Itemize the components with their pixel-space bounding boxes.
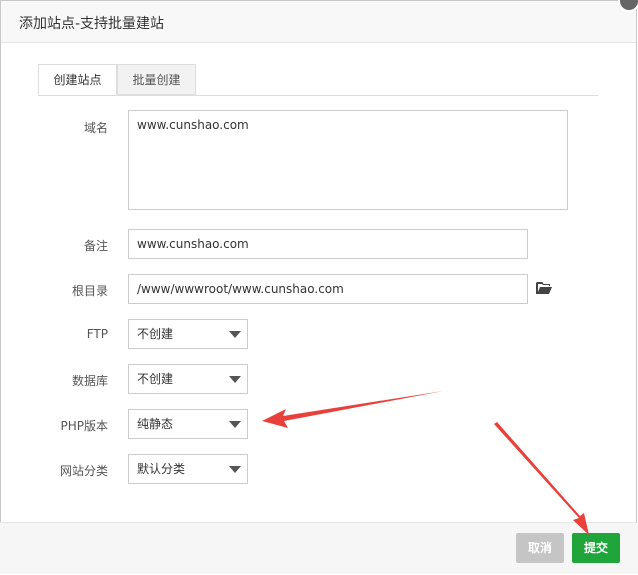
php-version-select-value: 纯静态 <box>137 417 174 431</box>
site-category-select[interactable]: 默认分类 <box>128 454 248 484</box>
dialog-title: 添加站点-支持批量建站 <box>19 16 165 32</box>
remark-label: 备注 <box>83 239 108 253</box>
chevron-down-icon <box>229 421 241 428</box>
ftp-select[interactable]: 不创建 <box>128 319 248 349</box>
dialog-title-bar: 添加站点-支持批量建站 <box>1 1 636 43</box>
database-select-value: 不创建 <box>137 372 174 386</box>
chevron-down-icon <box>229 331 241 338</box>
tab-batch-create[interactable]: 批量创建 <box>117 64 196 95</box>
site-category-select-value: 默认分类 <box>137 462 186 476</box>
ftp-label: FTP <box>86 327 108 341</box>
root-dir-label: 根目录 <box>71 284 108 298</box>
cancel-button[interactable]: 取消 <box>516 533 564 563</box>
php-version-label: PHP版本 <box>60 419 109 433</box>
chevron-down-icon <box>229 466 241 473</box>
ftp-select-value: 不创建 <box>137 327 174 341</box>
database-select[interactable]: 不创建 <box>128 364 248 394</box>
folder-open-icon[interactable] <box>536 281 552 295</box>
remark-input[interactable]: www.cunshao.com <box>128 229 528 259</box>
submit-button[interactable]: 提交 <box>572 533 620 563</box>
tab-create-site[interactable]: 创建站点 <box>38 64 117 95</box>
chevron-down-icon <box>229 376 241 383</box>
domain-label: 域名 <box>83 121 108 135</box>
domain-textarea[interactable]: www.cunshao.com <box>128 110 568 210</box>
site-category-label: 网站分类 <box>59 464 108 478</box>
tab-bar: 创建站点 批量创建 <box>38 64 598 96</box>
database-label: 数据库 <box>71 374 108 388</box>
php-version-select[interactable]: 纯静态 <box>128 409 248 439</box>
root-dir-input[interactable]: /www/wwwroot/www.cunshao.com <box>128 274 528 304</box>
